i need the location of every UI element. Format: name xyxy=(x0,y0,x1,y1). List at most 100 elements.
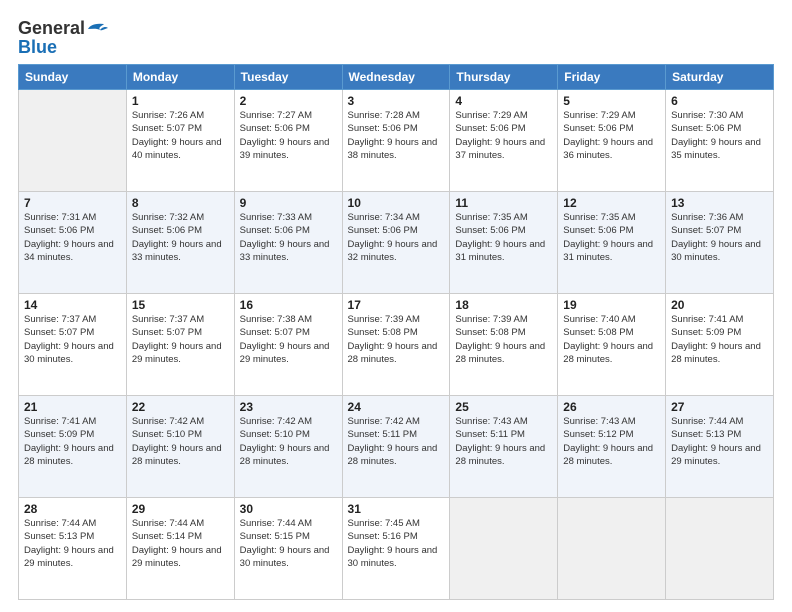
calendar-day-cell: 15Sunrise: 7:37 AMSunset: 5:07 PMDayligh… xyxy=(126,294,234,396)
calendar-day-cell xyxy=(558,498,666,600)
day-info: Sunrise: 7:30 AMSunset: 5:06 PMDaylight:… xyxy=(671,109,768,162)
calendar-day-cell: 3Sunrise: 7:28 AMSunset: 5:06 PMDaylight… xyxy=(342,90,450,192)
calendar-day-header: Saturday xyxy=(666,65,774,90)
calendar-day-header: Wednesday xyxy=(342,65,450,90)
calendar-day-cell: 8Sunrise: 7:32 AMSunset: 5:06 PMDaylight… xyxy=(126,192,234,294)
calendar-day-cell: 10Sunrise: 7:34 AMSunset: 5:06 PMDayligh… xyxy=(342,192,450,294)
day-number: 9 xyxy=(240,196,337,210)
day-number: 28 xyxy=(24,502,121,516)
day-number: 18 xyxy=(455,298,552,312)
header: General Blue xyxy=(18,18,774,58)
day-number: 27 xyxy=(671,400,768,414)
day-info: Sunrise: 7:27 AMSunset: 5:06 PMDaylight:… xyxy=(240,109,337,162)
calendar-day-header: Thursday xyxy=(450,65,558,90)
day-info: Sunrise: 7:43 AMSunset: 5:11 PMDaylight:… xyxy=(455,415,552,468)
day-info: Sunrise: 7:39 AMSunset: 5:08 PMDaylight:… xyxy=(455,313,552,366)
calendar-day-cell: 18Sunrise: 7:39 AMSunset: 5:08 PMDayligh… xyxy=(450,294,558,396)
calendar-day-cell: 14Sunrise: 7:37 AMSunset: 5:07 PMDayligh… xyxy=(19,294,127,396)
day-info: Sunrise: 7:44 AMSunset: 5:15 PMDaylight:… xyxy=(240,517,337,570)
calendar-day-cell: 11Sunrise: 7:35 AMSunset: 5:06 PMDayligh… xyxy=(450,192,558,294)
calendar-day-cell: 1Sunrise: 7:26 AMSunset: 5:07 PMDaylight… xyxy=(126,90,234,192)
calendar-day-cell: 30Sunrise: 7:44 AMSunset: 5:15 PMDayligh… xyxy=(234,498,342,600)
day-info: Sunrise: 7:36 AMSunset: 5:07 PMDaylight:… xyxy=(671,211,768,264)
day-number: 12 xyxy=(563,196,660,210)
calendar-day-cell: 21Sunrise: 7:41 AMSunset: 5:09 PMDayligh… xyxy=(19,396,127,498)
calendar-day-header: Friday xyxy=(558,65,666,90)
day-number: 16 xyxy=(240,298,337,312)
calendar-day-cell: 19Sunrise: 7:40 AMSunset: 5:08 PMDayligh… xyxy=(558,294,666,396)
day-info: Sunrise: 7:41 AMSunset: 5:09 PMDaylight:… xyxy=(671,313,768,366)
day-number: 30 xyxy=(240,502,337,516)
day-number: 2 xyxy=(240,94,337,108)
day-info: Sunrise: 7:37 AMSunset: 5:07 PMDaylight:… xyxy=(132,313,229,366)
day-number: 22 xyxy=(132,400,229,414)
calendar-day-cell: 22Sunrise: 7:42 AMSunset: 5:10 PMDayligh… xyxy=(126,396,234,498)
calendar-day-cell: 2Sunrise: 7:27 AMSunset: 5:06 PMDaylight… xyxy=(234,90,342,192)
day-number: 23 xyxy=(240,400,337,414)
day-number: 1 xyxy=(132,94,229,108)
calendar-day-cell: 20Sunrise: 7:41 AMSunset: 5:09 PMDayligh… xyxy=(666,294,774,396)
day-info: Sunrise: 7:26 AMSunset: 5:07 PMDaylight:… xyxy=(132,109,229,162)
day-info: Sunrise: 7:35 AMSunset: 5:06 PMDaylight:… xyxy=(455,211,552,264)
day-info: Sunrise: 7:31 AMSunset: 5:06 PMDaylight:… xyxy=(24,211,121,264)
day-info: Sunrise: 7:45 AMSunset: 5:16 PMDaylight:… xyxy=(348,517,445,570)
logo: General Blue xyxy=(18,18,108,58)
day-number: 17 xyxy=(348,298,445,312)
day-info: Sunrise: 7:28 AMSunset: 5:06 PMDaylight:… xyxy=(348,109,445,162)
calendar-day-cell: 5Sunrise: 7:29 AMSunset: 5:06 PMDaylight… xyxy=(558,90,666,192)
calendar-day-cell: 9Sunrise: 7:33 AMSunset: 5:06 PMDaylight… xyxy=(234,192,342,294)
day-info: Sunrise: 7:44 AMSunset: 5:13 PMDaylight:… xyxy=(24,517,121,570)
day-number: 15 xyxy=(132,298,229,312)
day-info: Sunrise: 7:44 AMSunset: 5:13 PMDaylight:… xyxy=(671,415,768,468)
day-number: 31 xyxy=(348,502,445,516)
calendar-day-cell: 27Sunrise: 7:44 AMSunset: 5:13 PMDayligh… xyxy=(666,396,774,498)
day-info: Sunrise: 7:40 AMSunset: 5:08 PMDaylight:… xyxy=(563,313,660,366)
day-number: 25 xyxy=(455,400,552,414)
day-number: 4 xyxy=(455,94,552,108)
day-number: 10 xyxy=(348,196,445,210)
logo-bird-icon xyxy=(86,21,108,37)
calendar-day-cell xyxy=(19,90,127,192)
day-info: Sunrise: 7:38 AMSunset: 5:07 PMDaylight:… xyxy=(240,313,337,366)
calendar-day-cell: 23Sunrise: 7:42 AMSunset: 5:10 PMDayligh… xyxy=(234,396,342,498)
calendar-day-cell: 29Sunrise: 7:44 AMSunset: 5:14 PMDayligh… xyxy=(126,498,234,600)
calendar-day-cell: 13Sunrise: 7:36 AMSunset: 5:07 PMDayligh… xyxy=(666,192,774,294)
calendar-day-cell: 28Sunrise: 7:44 AMSunset: 5:13 PMDayligh… xyxy=(19,498,127,600)
day-number: 19 xyxy=(563,298,660,312)
day-info: Sunrise: 7:39 AMSunset: 5:08 PMDaylight:… xyxy=(348,313,445,366)
calendar-day-cell: 31Sunrise: 7:45 AMSunset: 5:16 PMDayligh… xyxy=(342,498,450,600)
day-number: 7 xyxy=(24,196,121,210)
calendar-day-cell: 6Sunrise: 7:30 AMSunset: 5:06 PMDaylight… xyxy=(666,90,774,192)
day-number: 26 xyxy=(563,400,660,414)
day-number: 20 xyxy=(671,298,768,312)
calendar-day-cell: 16Sunrise: 7:38 AMSunset: 5:07 PMDayligh… xyxy=(234,294,342,396)
day-number: 5 xyxy=(563,94,660,108)
calendar-day-cell: 17Sunrise: 7:39 AMSunset: 5:08 PMDayligh… xyxy=(342,294,450,396)
day-info: Sunrise: 7:32 AMSunset: 5:06 PMDaylight:… xyxy=(132,211,229,264)
calendar-day-header: Tuesday xyxy=(234,65,342,90)
day-info: Sunrise: 7:35 AMSunset: 5:06 PMDaylight:… xyxy=(563,211,660,264)
calendar-day-cell: 26Sunrise: 7:43 AMSunset: 5:12 PMDayligh… xyxy=(558,396,666,498)
calendar-day-header: Monday xyxy=(126,65,234,90)
day-info: Sunrise: 7:43 AMSunset: 5:12 PMDaylight:… xyxy=(563,415,660,468)
calendar-table: SundayMondayTuesdayWednesdayThursdayFrid… xyxy=(18,64,774,600)
day-number: 21 xyxy=(24,400,121,414)
calendar-week-row: 21Sunrise: 7:41 AMSunset: 5:09 PMDayligh… xyxy=(19,396,774,498)
calendar-day-cell: 12Sunrise: 7:35 AMSunset: 5:06 PMDayligh… xyxy=(558,192,666,294)
day-info: Sunrise: 7:44 AMSunset: 5:14 PMDaylight:… xyxy=(132,517,229,570)
day-number: 3 xyxy=(348,94,445,108)
day-info: Sunrise: 7:41 AMSunset: 5:09 PMDaylight:… xyxy=(24,415,121,468)
day-info: Sunrise: 7:42 AMSunset: 5:10 PMDaylight:… xyxy=(240,415,337,468)
page: General Blue SundayMondayTuesdayWednesda… xyxy=(0,0,792,612)
day-info: Sunrise: 7:42 AMSunset: 5:10 PMDaylight:… xyxy=(132,415,229,468)
calendar-day-header: Sunday xyxy=(19,65,127,90)
day-number: 14 xyxy=(24,298,121,312)
calendar-day-cell xyxy=(450,498,558,600)
day-info: Sunrise: 7:29 AMSunset: 5:06 PMDaylight:… xyxy=(563,109,660,162)
logo-text: General xyxy=(18,18,108,39)
calendar-header-row: SundayMondayTuesdayWednesdayThursdayFrid… xyxy=(19,65,774,90)
calendar-week-row: 28Sunrise: 7:44 AMSunset: 5:13 PMDayligh… xyxy=(19,498,774,600)
day-number: 13 xyxy=(671,196,768,210)
day-number: 11 xyxy=(455,196,552,210)
logo-blue-text: Blue xyxy=(18,37,57,58)
